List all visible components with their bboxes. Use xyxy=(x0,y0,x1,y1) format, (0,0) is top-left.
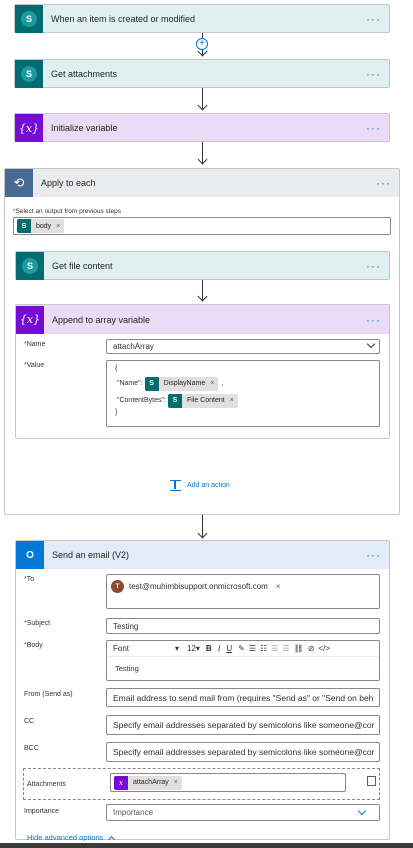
to-label: *To xyxy=(24,576,35,583)
sharepoint-icon: S xyxy=(167,393,182,408)
name-select[interactable]: attachArray xyxy=(106,339,380,354)
link-icon[interactable]: ⛓ xyxy=(294,644,304,653)
font-family-select[interactable]: Font ▾ xyxy=(113,644,179,653)
displayname-token: S DisplayName × xyxy=(144,376,219,391)
attachments-field[interactable]: x attachArray × xyxy=(110,773,346,792)
highlight-icon[interactable]: ✎ xyxy=(238,644,245,653)
variable-icon: x xyxy=(114,775,128,790)
add-action-icon xyxy=(170,480,181,491)
sharepoint-icon: S xyxy=(16,252,44,280)
bulleted-list-icon[interactable]: ☰ xyxy=(249,644,256,653)
importance-label: Importance xyxy=(24,808,60,815)
bold-icon[interactable]: B xyxy=(206,644,212,653)
avatar: T xyxy=(111,580,124,593)
initialize-variable-title: Initialize variable xyxy=(51,123,118,133)
name-label: *Name xyxy=(24,341,46,348)
remove-token-icon[interactable]: × xyxy=(210,380,214,387)
remove-token-icon[interactable]: × xyxy=(56,223,60,230)
select-output-label: *Select an output from previous steps xyxy=(13,208,122,215)
arrow-down-icon xyxy=(197,154,208,165)
sharepoint-icon: S xyxy=(17,219,31,233)
more-options-icon[interactable]: ··· xyxy=(366,67,381,81)
chevron-up-icon xyxy=(108,835,116,843)
switch-input-mode-icon[interactable] xyxy=(367,776,376,786)
add-action-button[interactable]: Add an action xyxy=(170,480,230,491)
get-attachments-card[interactable]: S Get attachments ··· xyxy=(14,59,390,88)
from-field[interactable]: Email address to send mail from (require… xyxy=(106,688,380,707)
variable-icon: {x} xyxy=(15,114,43,142)
attacharray-token: x attachArray × xyxy=(114,775,182,790)
bcc-label: BCC xyxy=(24,745,39,752)
attachments-label: Attachments xyxy=(27,781,66,788)
send-email-title: Send an email (V2) xyxy=(52,550,130,560)
append-array-title: Append to array variable xyxy=(52,314,151,325)
trigger-card[interactable]: S When an item is created or modified ··… xyxy=(14,4,390,33)
cc-label: CC xyxy=(24,718,35,725)
decrease-indent-icon[interactable]: ☰ xyxy=(271,644,278,653)
chevron-down-icon xyxy=(357,806,367,816)
body-token: Sbody × xyxy=(17,219,65,233)
body-label: *Body xyxy=(24,642,43,649)
subject-field[interactable]: Testing xyxy=(106,618,380,634)
more-options-icon[interactable]: ··· xyxy=(366,259,381,273)
trigger-title: When an item is created or modified xyxy=(51,14,196,24)
remove-recipient-icon[interactable]: × xyxy=(276,582,281,591)
variable-icon: {x} xyxy=(16,305,44,334)
more-options-icon[interactable]: ··· xyxy=(366,121,381,135)
sharepoint-icon: S xyxy=(144,376,159,391)
to-field[interactable]: T test@muhimbisupport.onmicrosoft.com × xyxy=(106,574,380,609)
value-editor[interactable]: { "Name": S DisplayName × , "ContentBytes"… xyxy=(106,360,380,427)
outlook-icon: O xyxy=(16,541,44,569)
more-options-icon[interactable]: ··· xyxy=(366,313,381,327)
body-editor[interactable]: Font ▾ 12 ▾ B I U ✎ ☰ ☷ ☰ ☰ ⛓ ⊘ </> Testin… xyxy=(106,640,380,681)
from-label: From (Send as) xyxy=(24,691,73,698)
more-options-icon[interactable]: ··· xyxy=(376,176,391,190)
caret-down-icon: ▾ xyxy=(195,644,200,653)
chevron-down-icon xyxy=(366,340,376,349)
select-output-field[interactable]: Sbody × xyxy=(13,217,391,235)
file-content-token: S File Content × xyxy=(167,393,238,408)
arrow-down-icon xyxy=(197,528,208,539)
recipient-chip: T test@muhimbisupport.onmicrosoft.com × xyxy=(111,579,281,594)
caret-down-icon: ▾ xyxy=(174,644,179,653)
increase-indent-icon[interactable]: ☰ xyxy=(282,644,289,653)
italic-icon[interactable]: I xyxy=(218,644,221,653)
horizontal-scrollbar[interactable] xyxy=(0,843,413,848)
underline-icon[interactable]: U xyxy=(226,644,232,653)
font-size-select[interactable]: 12 ▾ xyxy=(187,644,200,653)
subject-label: *Subject xyxy=(24,620,51,627)
unlink-icon[interactable]: ⊘ xyxy=(308,644,315,653)
more-options-icon[interactable]: ··· xyxy=(366,548,381,562)
body-toolbar: Font ▾ 12 ▾ B I U ✎ ☰ ☷ ☰ ☰ ⛓ ⊘ </> xyxy=(107,641,379,657)
hide-advanced-options-link[interactable]: Hide advanced options xyxy=(27,833,116,843)
code-view-icon[interactable]: </> xyxy=(318,644,330,653)
arrow-down-icon xyxy=(197,100,208,111)
numbered-list-icon[interactable]: ☷ xyxy=(260,644,267,653)
sharepoint-icon: S xyxy=(15,5,43,33)
get-attachments-title: Get attachments xyxy=(51,69,118,79)
bcc-field[interactable]: Specify email addresses separated by sem… xyxy=(106,742,380,762)
apply-to-each-title: Apply to each xyxy=(41,178,96,188)
sharepoint-icon: S xyxy=(15,60,43,88)
remove-token-icon[interactable]: × xyxy=(230,397,234,404)
remove-token-icon[interactable]: × xyxy=(174,779,178,786)
get-file-content-card[interactable]: S Get file content ··· xyxy=(15,251,390,280)
more-options-icon[interactable]: ··· xyxy=(366,12,381,26)
initialize-variable-card[interactable]: {x} Initialize variable ··· xyxy=(14,113,390,142)
get-file-content-title: Get file content xyxy=(52,261,113,271)
value-label: *Value xyxy=(24,362,45,369)
loop-icon: ⟲ xyxy=(5,169,33,197)
cc-field[interactable]: Specify email addresses separated by sem… xyxy=(106,715,380,735)
importance-select[interactable]: Importance xyxy=(106,804,380,821)
